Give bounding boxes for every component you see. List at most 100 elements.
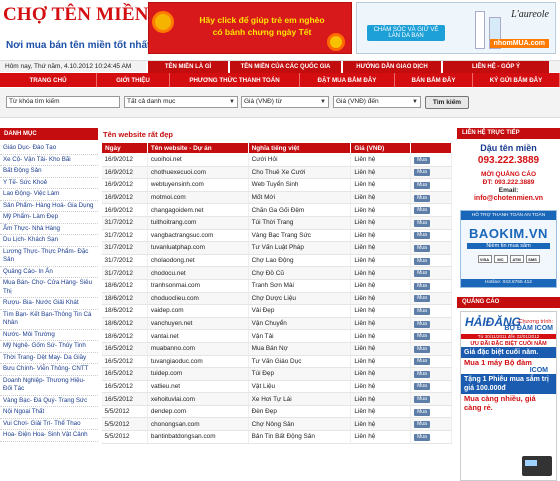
buy-button[interactable]: Mua [414,257,430,265]
row-domain[interactable]: dendep.com [147,405,249,419]
row-domain[interactable]: vanchuyen.net [147,317,249,331]
buy-button[interactable]: Mua [414,421,430,429]
sidebar-item-category[interactable]: Hoa- Điện Hoa- Sinh Vật Cảnh [0,430,98,442]
nav-about[interactable]: GIỚI THIỆU [97,73,170,87]
buy-button[interactable]: Mua [414,232,430,240]
sidebar-item-category[interactable]: Doanh Nghiệp- Thương Hiệu- Đối Tác [0,376,98,396]
row-domain[interactable]: chothuexecuoi.com [147,166,249,180]
row-domain[interactable]: chonongsan.com [147,417,249,432]
buy-button[interactable]: Mua [414,396,430,404]
price-from-select[interactable]: Giá (VNĐ) từ ▼ [241,96,329,108]
nav-sell[interactable]: BÁN BẮM ĐÂY [395,73,473,87]
buy-button[interactable]: Mua [414,194,430,202]
row-domain[interactable]: chodocu.net [147,266,249,280]
sidebar-item-category[interactable]: Lao Động- Việc Làm [0,189,98,201]
buy-button[interactable]: Mua [414,358,430,366]
haidang-banner[interactable]: HẢIĐĂNG Chương trình: BỘ ĐÀM ICOM Từ 30/… [460,311,557,481]
baokim-banner[interactable]: HỖ TRỢ THANH TOÁN AN TOÀN BAOKIM.VN Niềm… [460,210,557,288]
chevron-down-icon: ▼ [229,99,235,105]
buy-button[interactable]: Mua [414,307,430,315]
sidebar-item-category[interactable]: Mỹ Phẩm- Làm Đẹp [0,212,98,224]
sidebar-item-category[interactable]: Xe Cộ- Vận Tải- Kho Bãi [0,155,98,166]
ad-label: MỜI QUẢNG CÁO [480,171,536,178]
buy-button[interactable]: Mua [414,383,430,391]
row-domain[interactable]: tuithoitrang.com [147,216,249,230]
sidebar-item-category[interactable]: Mua Bán- Chợ- Cửa Hàng- Siêu Thị [0,278,98,298]
category-select[interactable]: Tất cả danh mục ▼ [124,96,238,108]
search-button[interactable]: Tìm kiếm [425,96,469,109]
buy-button[interactable]: Mua [414,333,430,341]
tab-contact[interactable]: LIÊN HỆ - GÓP Ý [441,61,549,73]
sidebar-item-category[interactable]: Thời Trang- Dệt May- Da Giầy [0,353,98,364]
row-domain[interactable]: vangbactrangsuc.com [147,229,249,243]
row-price: Liên hệ [350,191,412,205]
charity-banner[interactable]: Hãy click để giúp trẻ em nghèo có bánh c… [148,2,352,54]
buy-button[interactable]: Mua [414,244,430,252]
buy-button[interactable]: Mua [414,207,430,215]
buy-button[interactable]: Mua [414,219,430,227]
search-input[interactable]: Từ khóa tìm kiếm [6,96,120,108]
sidebar-item-category[interactable]: Rượu- Bia- Nước Giải Khát [0,298,98,310]
row-domain[interactable]: tuvangiaoduc.com [147,355,249,369]
atm-card-icon: ATM [509,255,524,263]
nav-home[interactable]: TRANG CHỦ [0,73,97,87]
buy-button[interactable]: Mua [414,345,430,353]
buy-button[interactable]: Mua [414,295,430,303]
row-date: 16/9/2012 [101,166,148,180]
row-domain[interactable]: cholaodong.net [147,254,249,268]
sidebar-item-category[interactable]: Quảng Cáo- In Ấn [0,267,98,278]
nav-consign[interactable]: KÝ GỬI BẮM ĐÂY [473,73,560,87]
row-domain[interactable]: vantai.net [147,329,249,343]
sidebar-item-category[interactable]: Mỹ Nghệ- Gốm Sứ- Thủy Tinh [0,341,98,353]
sidebar-item-category[interactable]: Bưu Chính- Viễn Thông- CNTT [0,364,98,376]
sidebar-item-category[interactable]: Du Lịch- Khách Sạn [0,235,98,247]
row-price: Liên hệ [350,380,412,394]
sidebar-item-category[interactable]: Y Tế- Sức Khoẻ [0,178,98,189]
sidebar-item-category[interactable]: Vàng Bạc- Đá Quý- Trang Sức [0,396,98,407]
email-link[interactable]: info@chotenmien.vn [457,195,560,202]
row-domain[interactable]: vaidep.com [147,304,249,318]
buy-button[interactable]: Mua [414,270,430,278]
table-row: 31/7/2012 cholaodong.net Chợ Lao Động Liên … [101,254,452,268]
tab-country-domains[interactable]: TÊN MIỀN CỦA CÁC QUỐC GIA [228,61,341,73]
tab-transaction-guide[interactable]: HƯỚNG DẪN GIAO DỊCH [341,61,441,73]
nav-payment[interactable]: PHƯƠNG THỨC THANH TOÁN [170,73,300,87]
sidebar-item-category[interactable]: Ẩm Thực- Nhà Hàng [0,224,98,235]
row-domain[interactable]: motmoi.com [147,191,249,205]
header: CHỢ TÊN MIỀN Nơi mua bán tên miền tốt nh… [0,0,560,60]
site-logo[interactable]: CHỢ TÊN MIỀN [3,4,149,26]
sidebar-item-category[interactable]: Bất Động Sản [0,166,98,178]
row-meaning: Chợ Lao Động [248,254,352,268]
buy-button[interactable]: Mua [414,433,430,441]
tab-domain-what[interactable]: TÊN MIỀN LÀ GÌ [146,61,228,73]
nav-order[interactable]: ĐẶT MUA BẮM ĐÂY [300,73,395,87]
row-domain[interactable]: muabanno.com [147,342,249,356]
buy-button[interactable]: Mua [414,156,430,164]
buy-button[interactable]: Mua [414,282,430,290]
sidebar-item-category[interactable]: Vui Chơi- Giải Trí- Thể Thao [0,419,98,430]
buy-button[interactable]: Mua [414,320,430,328]
row-domain[interactable]: xehoituvlai.com [147,392,249,406]
buy-button[interactable]: Mua [414,408,430,416]
row-domain[interactable]: choduoclieu.com [147,292,249,306]
price-to-select[interactable]: Giá (VNĐ) đến ▼ [333,96,421,108]
row-domain[interactable]: tuvanluatphap.com [147,241,249,255]
sidebar-item-category[interactable]: Nội Ngoại Thất [0,407,98,419]
sidebar-item-category[interactable]: Sản Phẩm- Hàng Hoá- Gia Dụng [0,201,98,212]
row-domain[interactable]: vatlieu.net [147,380,249,394]
sidebar-item-category[interactable]: Lương Thực- Thực Phẩm- Đặc Sản [0,247,98,267]
sidebar-item-category[interactable]: Nước- Môi Trường [0,330,98,341]
row-domain[interactable]: changagoidem.net [147,203,249,217]
cosmetics-banner[interactable]: L'aureole CHĂM SÓC VÀ GIỮ VẺ LÀN DA BẠN … [356,2,556,54]
sidebar-item-category[interactable]: Giáo Dục- Đào Tạo [0,143,98,155]
row-domain[interactable]: tranhsonmai.com [147,279,249,293]
buy-button[interactable]: Mua [414,181,430,189]
buy-button[interactable]: Mua [414,169,430,177]
row-domain[interactable]: tuidep.com [147,367,249,381]
row-domain[interactable]: bantinbatdongsan.com [147,430,249,444]
row-domain[interactable]: cuoihoi.net [147,153,249,167]
sidebar-item-category[interactable]: Tìm Bạn- Kết Bạn-Thông Tin Cá Nhân [0,310,98,330]
row-domain[interactable]: webtuyensinh.com [147,178,249,192]
table-row: 16/5/2012 vatlieu.net Vật Liệu Liên hệ Mua [101,380,452,394]
buy-button[interactable]: Mua [414,370,430,378]
